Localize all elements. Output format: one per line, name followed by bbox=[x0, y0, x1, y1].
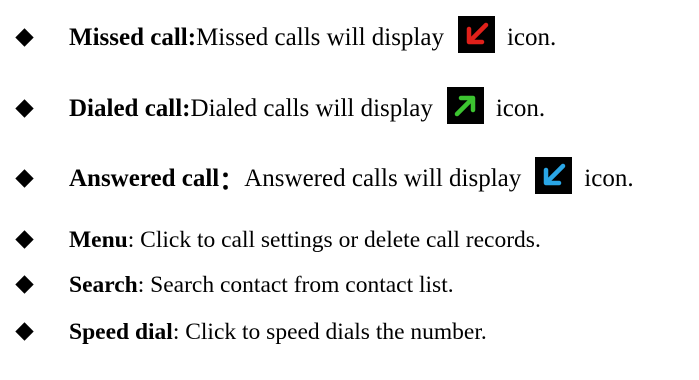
answered-call-description: Answered calls will display bbox=[244, 165, 522, 192]
list-item-content: Answered call ： Answered calls will disp… bbox=[69, 156, 634, 197]
missed-call-arrow-icon bbox=[457, 15, 495, 53]
speed-dial-description: : Click to speed dials the number. bbox=[172, 318, 487, 345]
answered-call-arrow-icon bbox=[535, 156, 573, 194]
answered-call-suffix: icon. bbox=[584, 165, 634, 192]
missed-call-description: Missed calls will display bbox=[196, 24, 444, 51]
diamond-bullet-icon bbox=[15, 99, 34, 118]
list-item-content: Menu : Click to call settings or delete … bbox=[69, 222, 541, 258]
menu-description: : Click to call settings or delete call … bbox=[127, 226, 541, 253]
dialed-call-term: Dialed call: bbox=[69, 95, 191, 122]
diamond-bullet-icon bbox=[15, 28, 34, 47]
answered-call-term: Answered call bbox=[69, 165, 220, 192]
diamond-bullet-icon bbox=[15, 169, 34, 188]
dialed-call-suffix: icon. bbox=[495, 95, 546, 122]
dialed-call-description: Dialed calls will display bbox=[190, 95, 433, 122]
list-item-content: Search : Search contact from contact lis… bbox=[69, 267, 454, 303]
diamond-bullet-icon bbox=[15, 322, 34, 341]
answered-call-separator: ： bbox=[219, 168, 245, 195]
missed-call-suffix: icon. bbox=[506, 24, 557, 51]
list-item-content: Dialed call: Dialed calls will display i… bbox=[69, 86, 546, 127]
list-item-content: Missed call: Missed calls will display i… bbox=[69, 15, 557, 56]
missed-call-term: Missed call: bbox=[69, 24, 197, 51]
diamond-bullet-icon bbox=[15, 275, 34, 294]
menu-term: Menu bbox=[69, 226, 128, 253]
search-term: Search bbox=[69, 271, 138, 298]
speed-dial-term: Speed dial bbox=[69, 318, 173, 345]
list-item-content: Speed dial : Click to speed dials the nu… bbox=[69, 314, 487, 350]
search-description: : Search contact from contact list. bbox=[137, 271, 454, 298]
dialed-call-arrow-icon bbox=[446, 86, 484, 124]
diamond-bullet-icon bbox=[15, 230, 34, 249]
